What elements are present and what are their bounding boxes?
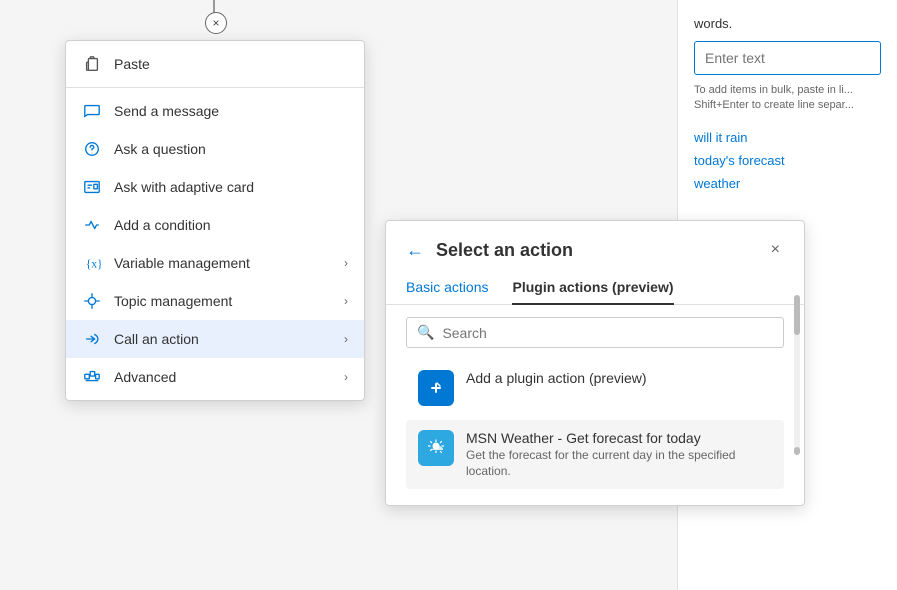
scrollbar-track [794,295,800,455]
hint-text: To add items in bulk, paste in li... Shi… [694,83,881,114]
tag-will-it-rain: will it rain [694,130,881,145]
tab-plugin-actions[interactable]: Plugin actions (preview) [512,271,673,305]
paste-icon [82,54,102,74]
advanced-chevron-icon: › [344,370,348,384]
tag-weather: weather [694,176,881,191]
tag-todays-forecast: today's forecast [694,153,881,168]
menu-item-ask-adaptive[interactable]: Ask with adaptive card [66,168,364,206]
condition-icon [82,215,102,235]
add-condition-label: Add a condition [114,217,348,233]
menu-item-advanced[interactable]: Advanced › [66,358,364,396]
panel-title: Select an action [436,240,767,261]
enter-text-input[interactable] [694,41,881,75]
panel-tabs: Basic actions Plugin actions (preview) [386,271,804,305]
add-plugin-title: Add a plugin action (preview) [466,370,647,386]
action-item-add-plugin[interactable]: Add a plugin action (preview) [406,360,784,416]
words-label: words. [694,16,881,31]
action-list: Add a plugin action (preview) MSN Weathe… [386,360,804,505]
message-icon [82,101,102,121]
topic-chevron-icon: › [344,294,348,308]
variable-management-label: Variable management [114,255,344,271]
menu-item-ask-question[interactable]: Ask a question [66,130,364,168]
ask-question-label: Ask a question [114,141,348,157]
add-plugin-text: Add a plugin action (preview) [466,370,647,386]
send-message-label: Send a message [114,103,348,119]
search-input[interactable] [442,325,773,341]
card-icon [82,177,102,197]
weather-icon-box [418,430,454,466]
question-icon [82,139,102,159]
panel-header: ← Select an action × [386,221,804,271]
menu-item-send-message[interactable]: Send a message [66,92,364,130]
msn-weather-desc: Get the forecast for the current day in … [466,448,772,479]
scrollbar-bottom [794,447,800,455]
topic-management-label: Topic management [114,293,344,309]
search-input-wrap[interactable]: 🔍 [406,317,784,348]
menu-item-add-condition[interactable]: Add a condition [66,206,364,244]
close-circle-button[interactable]: × [205,12,227,34]
panel-close-button[interactable]: × [767,237,784,263]
msn-weather-title: MSN Weather - Get forecast for today [466,430,772,446]
call-action-label: Call an action [114,331,344,347]
menu-item-topic-management[interactable]: Topic management › [66,282,364,320]
ask-adaptive-label: Ask with adaptive card [114,179,348,195]
variable-chevron-icon: › [344,256,348,270]
action-icon [82,329,102,349]
advanced-icon [82,367,102,387]
menu-divider-1 [66,87,364,88]
topic-icon [82,291,102,311]
variable-icon: {x} [82,253,102,273]
panel-search: 🔍 [386,305,804,360]
select-action-panel: ← Select an action × Basic actions Plugi… [385,220,805,506]
add-plugin-icon-box [418,370,454,406]
panel-back-button[interactable]: ← [406,240,424,261]
paste-label: Paste [114,56,348,72]
action-item-msn-weather[interactable]: MSN Weather - Get forecast for today Get… [406,420,784,489]
scrollbar-thumb[interactable] [794,295,800,335]
msn-weather-text: MSN Weather - Get forecast for today Get… [466,430,772,479]
call-action-chevron-icon: › [344,332,348,346]
menu-item-call-action[interactable]: Call an action › [66,320,364,358]
tab-basic-actions[interactable]: Basic actions [406,271,488,305]
context-menu: Paste Send a message Ask a question [65,40,365,401]
menu-item-paste[interactable]: Paste [66,45,364,83]
svg-text:{x}: {x} [86,258,101,271]
search-icon: 🔍 [417,324,434,341]
menu-item-variable-management[interactable]: {x} Variable management › [66,244,364,282]
advanced-label: Advanced [114,369,344,385]
